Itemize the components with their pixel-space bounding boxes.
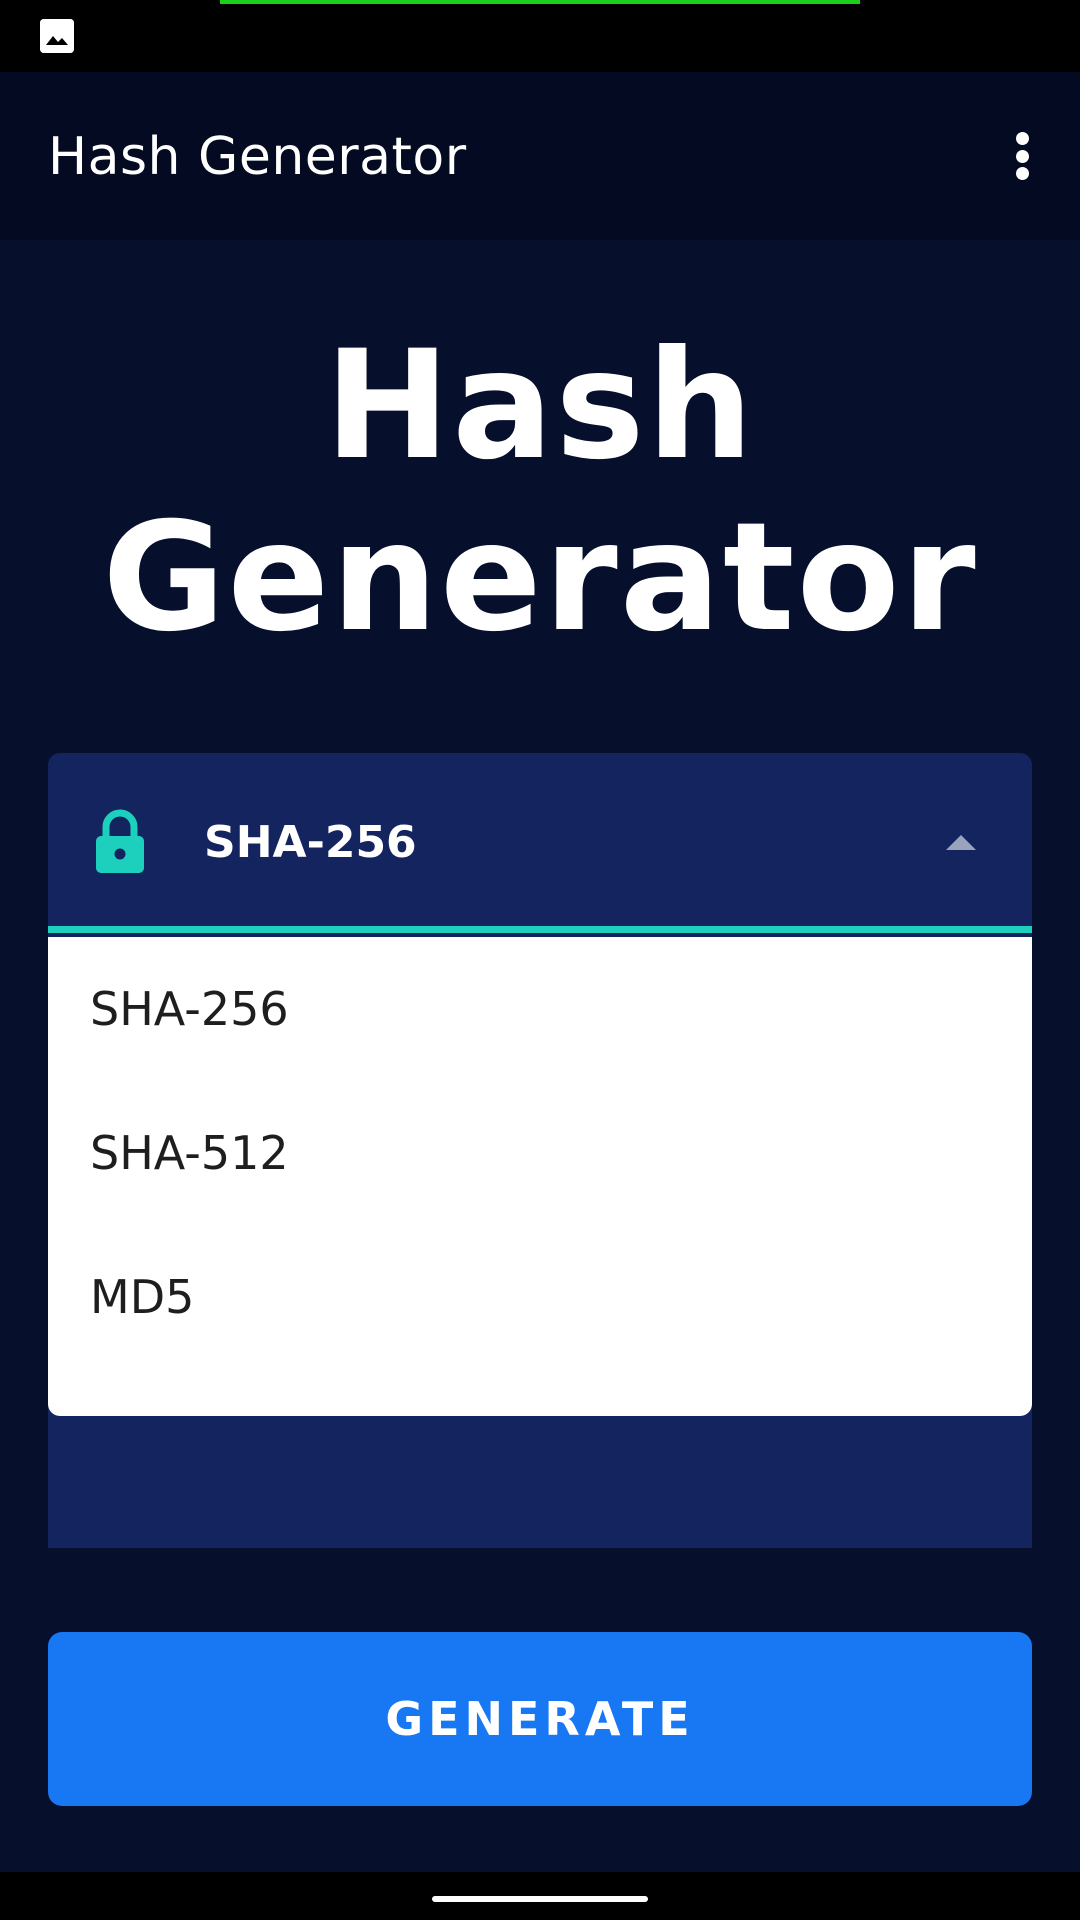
image-notification-icon	[40, 19, 74, 53]
page-title-line-2: Generator	[102, 491, 978, 665]
caret-up-icon[interactable]	[946, 835, 976, 850]
app-bar-title: Hash Generator	[48, 127, 467, 187]
status-bar	[0, 0, 1080, 72]
app-bar: Hash Generator	[0, 72, 1080, 240]
generate-button[interactable]: GENERATE	[48, 1632, 1032, 1806]
algorithm-dropdown-menu: SHA-256 SHA-512 MD5	[48, 937, 1032, 1416]
algorithm-select-value: SHA-256	[204, 817, 417, 868]
dropdown-option-md5[interactable]: MD5	[48, 1225, 1032, 1369]
lock-icon	[94, 809, 146, 875]
page-title-line-1: Hash	[324, 319, 756, 493]
status-progress-bar	[220, 0, 860, 4]
dropdown-option-sha256[interactable]: SHA-256	[48, 937, 1032, 1081]
home-indicator[interactable]	[432, 1896, 648, 1902]
select-underline	[48, 926, 1032, 933]
more-vert-icon[interactable]	[992, 126, 1052, 186]
page-title: Hash Generator	[0, 320, 1080, 664]
screen: Hash Generator Hash Generator SHA-256 SH…	[0, 0, 1080, 1920]
navigation-bar	[0, 1872, 1080, 1920]
dropdown-option-sha512[interactable]: SHA-512	[48, 1081, 1032, 1225]
algorithm-select[interactable]: SHA-256	[48, 753, 1032, 933]
